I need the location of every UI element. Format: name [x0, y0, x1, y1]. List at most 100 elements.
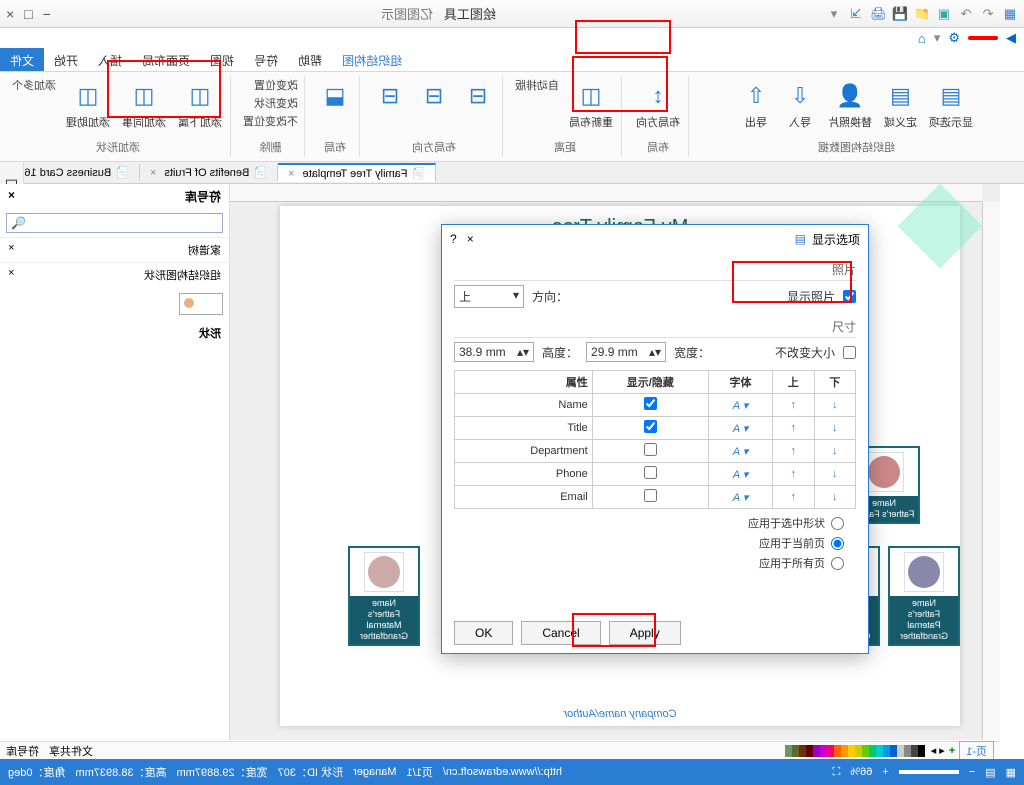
ruler-vertical: [982, 202, 1000, 740]
close-icon[interactable]: ×: [8, 188, 15, 205]
ribbon-group-layouts: ⊟ ⊟ ⊟ 布局方向: [366, 76, 503, 157]
table-row: TitleA ▾↑↓: [455, 417, 856, 440]
cancel-button[interactable]: Cancel: [521, 621, 600, 645]
btn-layout-c[interactable]: ⊟: [372, 78, 408, 114]
btn-layout-b[interactable]: ⊟: [416, 78, 452, 114]
direction-select[interactable]: 上▾: [454, 285, 524, 308]
menubar: 文件 开始 插入 页面布局 视图 符号 帮助 组织结构图: [0, 48, 1024, 72]
lib-search[interactable]: 🔍: [6, 213, 223, 233]
new-icon[interactable]: ▣: [936, 6, 952, 22]
app-title: 绘图工具 亿图图示: [51, 4, 826, 23]
btn-layout-a[interactable]: ⊟: [460, 78, 496, 114]
minimize-icon[interactable]: −: [43, 6, 51, 22]
doctab-2[interactable]: 📄Benefits Of Fruits×: [140, 164, 278, 181]
lib-cat-1[interactable]: 家谱树×: [0, 237, 229, 262]
opt-allpages[interactable]: [831, 557, 844, 570]
quickbar: ▶ ⚙ ▾ ⌂: [0, 28, 1024, 48]
close-icon[interactable]: ×: [150, 167, 156, 179]
chk-keep-size[interactable]: [843, 346, 856, 359]
opt-selected[interactable]: [831, 517, 844, 530]
close-icon[interactable]: ×: [288, 168, 294, 180]
zoom-out-icon[interactable]: −: [969, 766, 975, 778]
doctab-3[interactable]: 📄Family Tree Template×: [278, 163, 436, 182]
gear-icon[interactable]: ⚙: [948, 30, 960, 46]
help-icon[interactable]: ⌂: [918, 31, 926, 46]
titlebar-left-icons: ▦ ↶ ↷ ▣ 📁 💾 🖨 ⇲ ▾: [826, 6, 1018, 22]
view-icon[interactable]: ▤: [985, 766, 995, 779]
btn-dir[interactable]: ↕布局方向: [634, 78, 682, 132]
tab-orgchart[interactable]: 组织结构图: [332, 48, 412, 71]
btn-define-field[interactable]: ▤定义域: [882, 78, 919, 132]
color-swatches[interactable]: [785, 745, 925, 757]
page-tab[interactable]: 页-1: [959, 741, 994, 761]
add-page-icon[interactable]: +: [949, 745, 955, 757]
open-icon[interactable]: 📁: [914, 6, 930, 22]
zoom-in-icon[interactable]: +: [882, 766, 888, 778]
btn-display-options[interactable]: ▤显示选项: [927, 78, 975, 132]
ribbon-group-dist: ◫重新布局 自动排版 距离: [509, 76, 622, 157]
dropdown-icon[interactable]: ▾: [826, 6, 842, 22]
width-input[interactable]: 29.9 mm▴▾: [586, 342, 666, 362]
save-icon[interactable]: 💾: [892, 6, 908, 22]
lib-title: 符号库: [185, 188, 221, 205]
btn-add-sub[interactable]: ◫添加下属: [176, 78, 224, 132]
undo-icon[interactable]: ↶: [980, 6, 996, 22]
tab-file[interactable]: 文件: [0, 48, 44, 71]
tab-help[interactable]: 帮助: [288, 48, 332, 71]
document-tabs: 📄Business Card 16× 📄Benefits Of Fruits× …: [0, 162, 1024, 184]
btn-changepos[interactable]: 改变位置: [254, 78, 298, 94]
shape-thumb[interactable]: [179, 293, 223, 315]
apply-button[interactable]: Apply: [609, 621, 681, 645]
redo-icon[interactable]: ↷: [958, 6, 974, 22]
org-card[interactable]: NameFather's Paternal Grandfather: [888, 546, 960, 646]
tab-view[interactable]: 视图: [200, 48, 244, 71]
btn-add-peer[interactable]: ◫添加同事: [120, 78, 168, 132]
zoom-slider[interactable]: [899, 770, 959, 774]
btn-add-multi[interactable]: 添加多个: [12, 78, 56, 94]
btn-add-asst[interactable]: ◫添加助理: [64, 78, 112, 132]
btn-relayout[interactable]: ◫重新布局: [567, 78, 615, 132]
org-card[interactable]: NameFather's Maternal Grandfather: [348, 546, 420, 646]
btn-import[interactable]: ⇩导入: [782, 78, 818, 132]
search-icon: 🔍: [11, 216, 26, 230]
help-icon[interactable]: ?: [450, 232, 457, 246]
btn-replace-photo[interactable]: 👤替换照片: [826, 78, 874, 132]
dialog-title: 显示选项: [812, 231, 860, 248]
lbl-show-photo: 显示照片: [787, 288, 835, 305]
chk-show-photo[interactable]: [843, 290, 856, 303]
maximize-icon[interactable]: □: [24, 6, 32, 22]
ok-button[interactable]: OK: [454, 621, 513, 645]
fileshare-btn[interactable]: 文件共享: [49, 743, 93, 759]
status-url: http://www.edrawsoft.cn/: [443, 766, 562, 778]
btn-export[interactable]: ⇧导出: [738, 78, 774, 132]
tab-insert[interactable]: 插入: [88, 48, 132, 71]
ribbon-group-addshape: ◫添加下属 ◫添加同事 ◫添加助理 添加多个 添加形状: [6, 76, 231, 157]
tab-pagelayout[interactable]: 页面布局: [132, 48, 200, 71]
ribbon-group-data: ▤显示选项 ▤定义域 👤替换照片 ⇩导入 ⇧导出 组织结构图数据: [695, 76, 1018, 157]
ribbon-group-delete: 改变位置 改变形状 不改变位置 删除: [237, 76, 305, 157]
section-size: 尺寸: [454, 318, 856, 338]
btn-layout-1[interactable]: ⬓: [317, 78, 353, 114]
annotation-scribble: [968, 36, 998, 40]
export-icon[interactable]: ⇲: [848, 6, 864, 22]
tab-symbol[interactable]: 符号: [244, 48, 288, 71]
tab-start[interactable]: 开始: [44, 48, 88, 71]
symbollib-btn[interactable]: 符号库: [6, 743, 39, 759]
table-row: PhoneA ▾↑↓: [455, 463, 856, 486]
play-icon[interactable]: ▶: [1006, 30, 1016, 46]
lib-cat-2[interactable]: 组织结构图形状×: [0, 262, 229, 287]
btn-nochange[interactable]: 不改变位置: [243, 114, 298, 130]
opt-currentpage[interactable]: [831, 537, 844, 550]
table-row: EmailA ▾↑↓: [455, 486, 856, 509]
view-icon[interactable]: ▦: [1006, 766, 1016, 779]
close-icon[interactable]: ×: [6, 6, 14, 22]
table-row: DepartmentA ▾↑↓: [455, 440, 856, 463]
height-input[interactable]: 38.9 mm▴▾: [454, 342, 534, 362]
close-icon[interactable]: ×: [467, 232, 474, 246]
display-options-dialog: ▤显示选项 ?× 照片 显示照片 方向： 上▾ 尺寸 不改变大小 宽度： 29.…: [441, 224, 869, 654]
print-icon[interactable]: 🖨: [870, 6, 886, 22]
btn-changeshape[interactable]: 改变形状: [254, 96, 298, 112]
zoom-value: 66%: [850, 766, 872, 778]
ribbon-group-layout: ⬓ 布局: [311, 76, 360, 157]
app-icon: ▦: [1002, 6, 1018, 22]
